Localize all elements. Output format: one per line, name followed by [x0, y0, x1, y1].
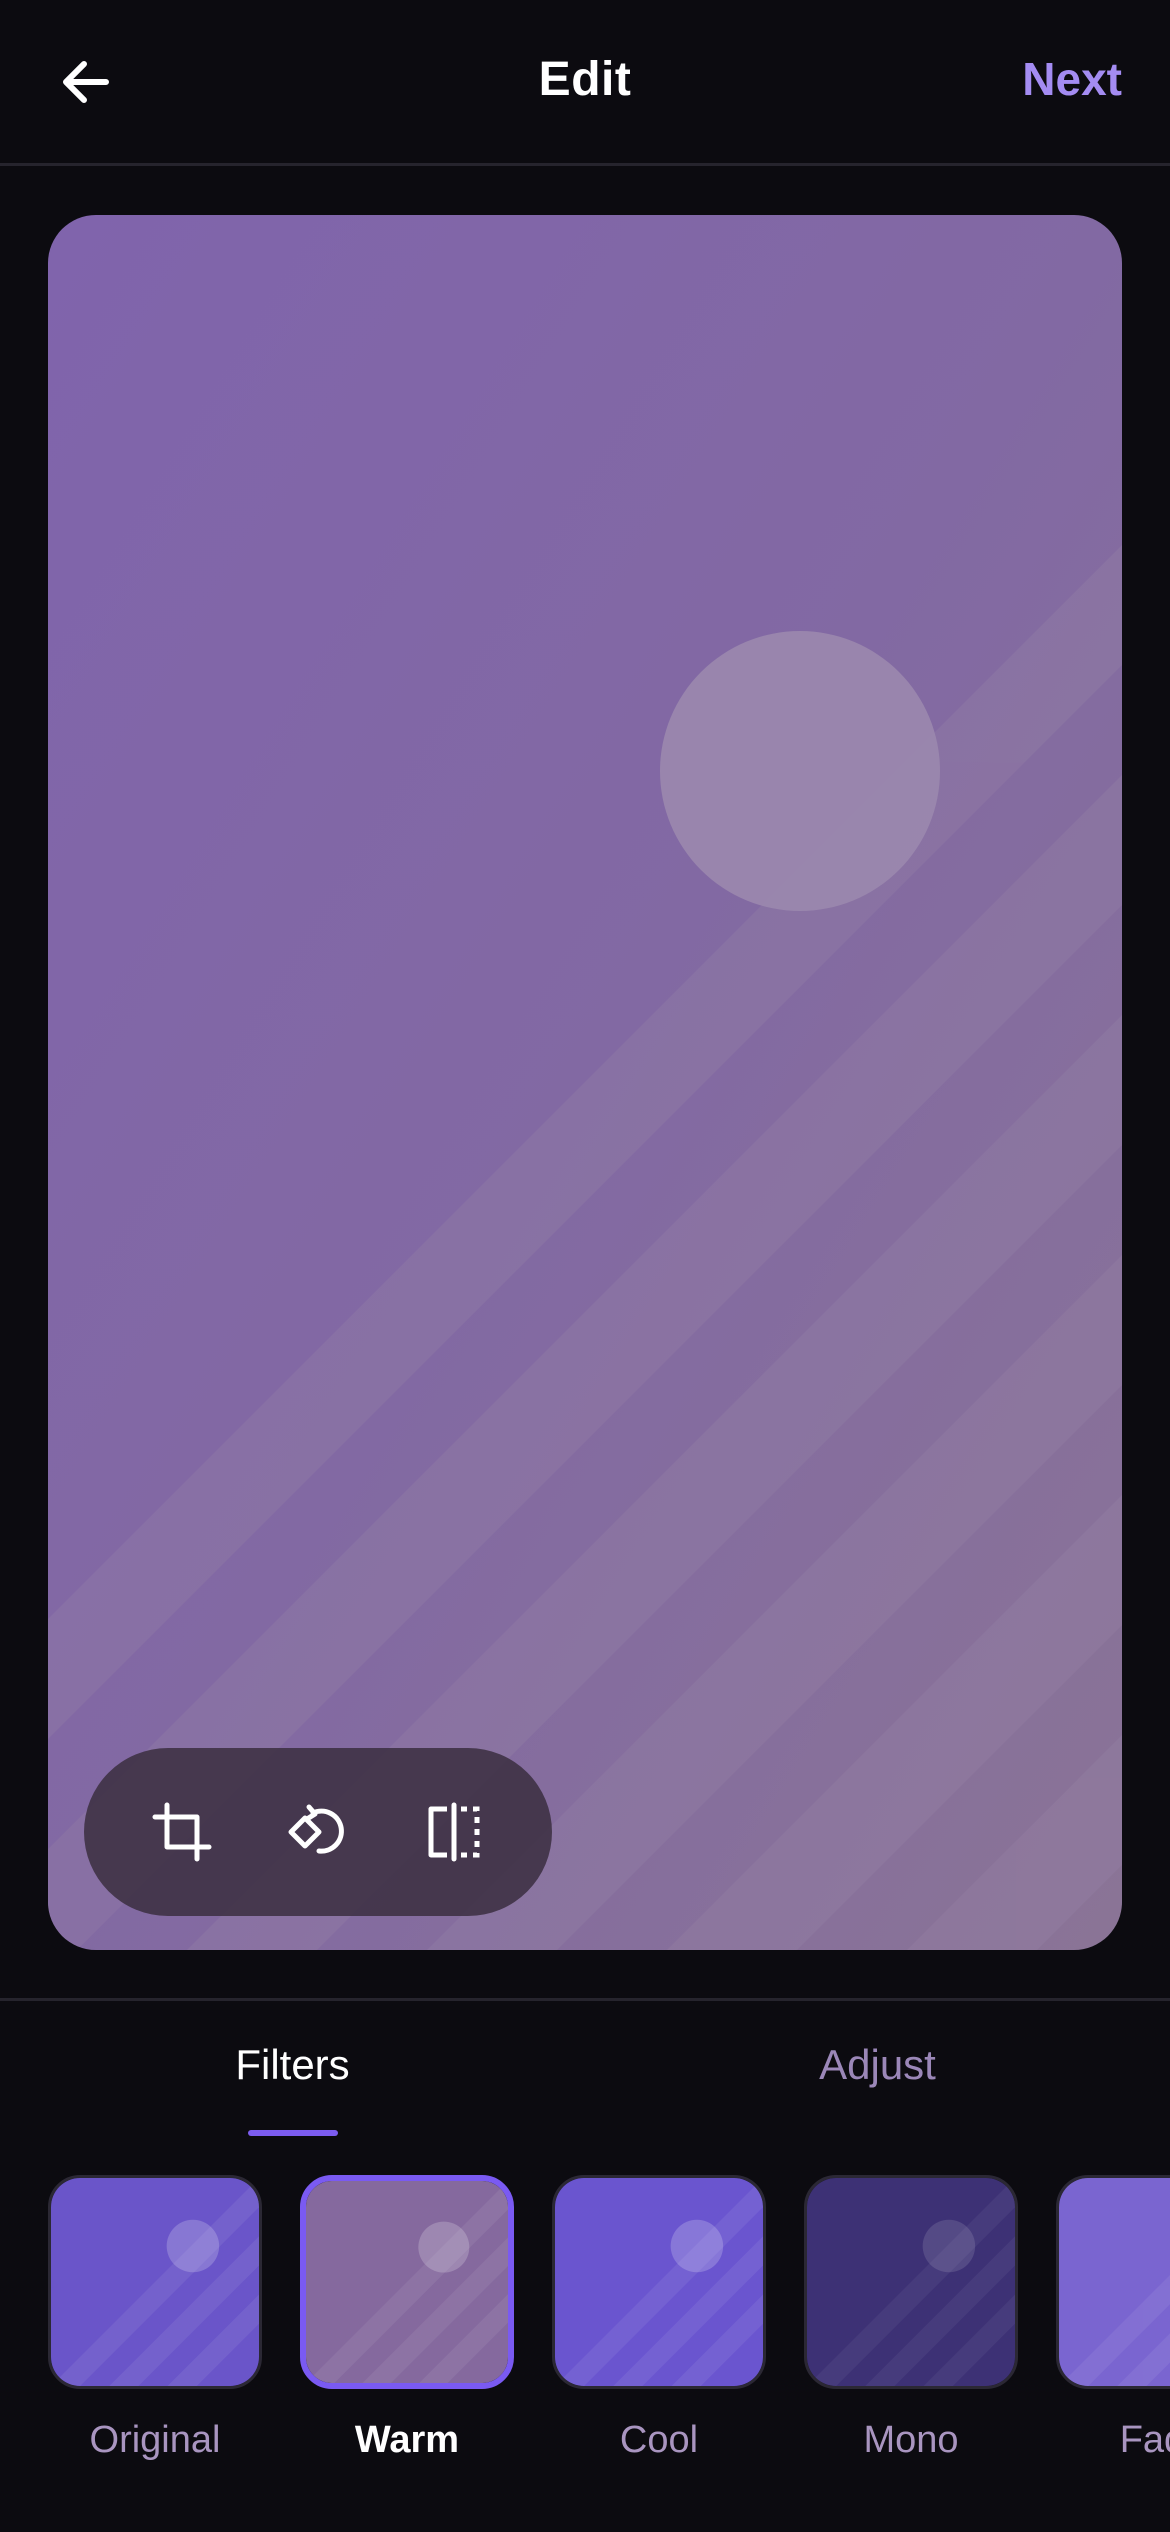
filter-label: Cool: [619, 2419, 699, 2461]
rotate-icon: [288, 1804, 344, 1854]
filter-thumbnail: [48, 2175, 262, 2389]
filter-thumbnail: [1056, 2175, 1170, 2389]
edit-tools-bar: [84, 1748, 552, 1916]
crop-button[interactable]: [134, 1784, 230, 1880]
tab-filters[interactable]: Filters: [0, 2041, 585, 2089]
photo-preview: [48, 215, 1122, 1950]
next-button[interactable]: Next: [1022, 52, 1122, 106]
flip-icon: [428, 1802, 480, 1862]
filter-thumbnail: [552, 2175, 766, 2389]
top-bar: Edit Next: [0, 0, 1170, 166]
page-title: Edit: [538, 53, 632, 106]
filter-label: Mono: [863, 2419, 959, 2461]
filter-fade[interactable]: Fade: [1056, 2175, 1170, 2462]
filter-label: Fade: [1119, 2419, 1170, 2461]
preview-image: [48, 215, 1122, 1950]
rotate-button[interactable]: [270, 1784, 366, 1880]
filter-thumbnail: [804, 2175, 1018, 2389]
filter-thumbnail-selected: [300, 2175, 514, 2389]
filter-cool[interactable]: Cool: [552, 2175, 766, 2462]
tab-adjust[interactable]: Adjust: [585, 2041, 1170, 2089]
filter-label: Warm: [354, 2419, 460, 2461]
filter-mono[interactable]: Mono: [804, 2175, 1018, 2462]
filter-label: Original: [89, 2419, 221, 2461]
edit-tabs: Filters Adjust: [0, 2001, 1170, 2141]
active-tab-indicator: [248, 2130, 338, 2136]
flip-button[interactable]: [406, 1784, 502, 1880]
filter-original[interactable]: Original: [48, 2175, 262, 2462]
filter-warm[interactable]: Warm: [300, 2175, 514, 2462]
filter-strip[interactable]: Original Warm Cool Mono Fa: [0, 2175, 1170, 2475]
crop-icon: [152, 1802, 212, 1862]
